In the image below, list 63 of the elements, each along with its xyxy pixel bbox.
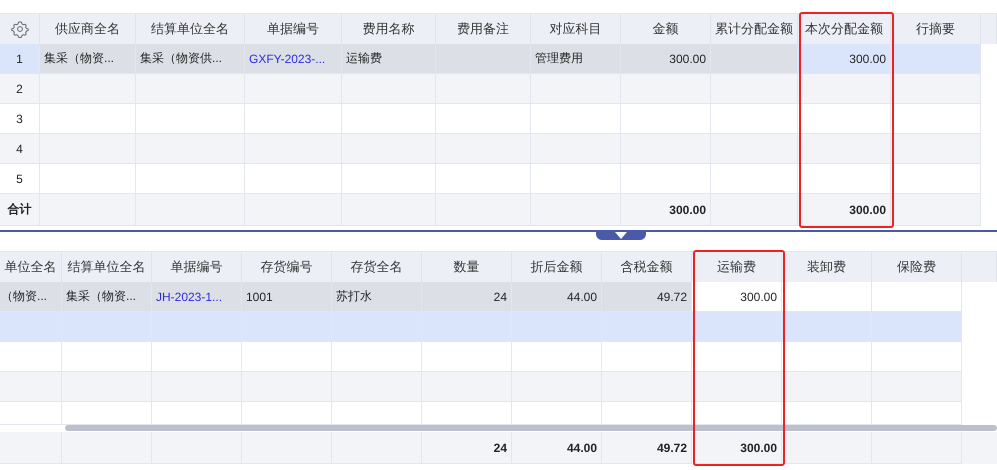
row-number: 1	[0, 44, 40, 74]
table-cell: 苏打水	[332, 282, 422, 312]
table-cell: 24	[422, 282, 512, 312]
link-cell[interactable]	[245, 164, 342, 194]
column-header[interactable]: 数量	[454, 258, 480, 276]
total-cell: 300.00	[692, 432, 782, 464]
column-header[interactable]: 运输费	[717, 258, 756, 276]
table-cell: 300.00	[798, 44, 891, 74]
column-header[interactable]: 单据编号	[267, 20, 319, 38]
row-number: 3	[0, 104, 40, 134]
row-number: 2	[0, 74, 40, 104]
table-cell: （物资...	[0, 282, 62, 312]
column-header[interactable]: 存货全名	[350, 258, 402, 276]
total-cell: 300.00	[798, 194, 891, 226]
settings-icon	[10, 20, 28, 38]
table-cell: 管理费用	[531, 44, 621, 74]
column-header[interactable]: 存货编号	[260, 258, 312, 276]
link-cell[interactable]: JH-2023-1...	[152, 282, 242, 312]
total-cell: 44.00	[512, 432, 602, 464]
horizontal-scrollbar[interactable]	[65, 425, 997, 431]
settings-button[interactable]	[10, 20, 28, 38]
link-cell[interactable]	[245, 104, 342, 134]
table-cell: 集采（物资供...	[136, 44, 245, 74]
table-cell: 49.72	[602, 282, 692, 312]
column-header[interactable]: 供应商全名	[55, 20, 120, 38]
column-header[interactable]: 费用名称	[362, 20, 414, 38]
link-cell[interactable]	[152, 312, 242, 342]
table-cell: 300.00	[621, 44, 711, 74]
total-cell: 24	[422, 432, 512, 464]
link-cell[interactable]: GXFY-2023-...	[245, 44, 342, 74]
column-header[interactable]: 单据编号	[170, 258, 222, 276]
column-header[interactable]: 含税金额	[620, 258, 672, 276]
total-cell	[0, 432, 62, 464]
column-header[interactable]: 单位全名	[4, 258, 56, 276]
link-cell[interactable]	[152, 402, 242, 425]
link-cell[interactable]	[152, 372, 242, 402]
column-header[interactable]: 结算单位全名	[151, 20, 229, 38]
total-cell: 49.72	[602, 432, 692, 464]
total-label: 合计	[0, 194, 40, 226]
column-header[interactable]: 结算单位全名	[68, 258, 146, 276]
table-cell: 44.00	[512, 282, 602, 312]
collapse-toggle[interactable]	[596, 232, 646, 240]
link-cell[interactable]	[245, 134, 342, 164]
total-cell: 300.00	[621, 194, 711, 226]
column-header[interactable]: 累计分配金额	[715, 20, 793, 38]
caret-down-icon	[615, 232, 627, 239]
table-cell: 300.00	[692, 282, 782, 312]
link-cell[interactable]	[152, 342, 242, 372]
table-cell: 1001	[242, 282, 332, 312]
row-number: 5	[0, 164, 40, 194]
column-header[interactable]: 对应科目	[550, 20, 602, 38]
column-header[interactable]: 装卸费	[807, 258, 846, 276]
column-header[interactable]: 行摘要	[916, 20, 955, 38]
link-cell[interactable]	[245, 74, 342, 104]
table-cell: 运输费	[342, 44, 436, 74]
table-cell: 集采（物资...	[62, 282, 152, 312]
column-header[interactable]: 金额	[652, 20, 678, 38]
column-header[interactable]: 费用备注	[457, 20, 509, 38]
column-header[interactable]: 本次分配金额	[805, 20, 883, 38]
table-cell: 集采（物资...	[40, 44, 136, 74]
row-number: 4	[0, 134, 40, 164]
column-header[interactable]: 保险费	[897, 258, 936, 276]
column-header[interactable]: 折后金额	[530, 258, 582, 276]
